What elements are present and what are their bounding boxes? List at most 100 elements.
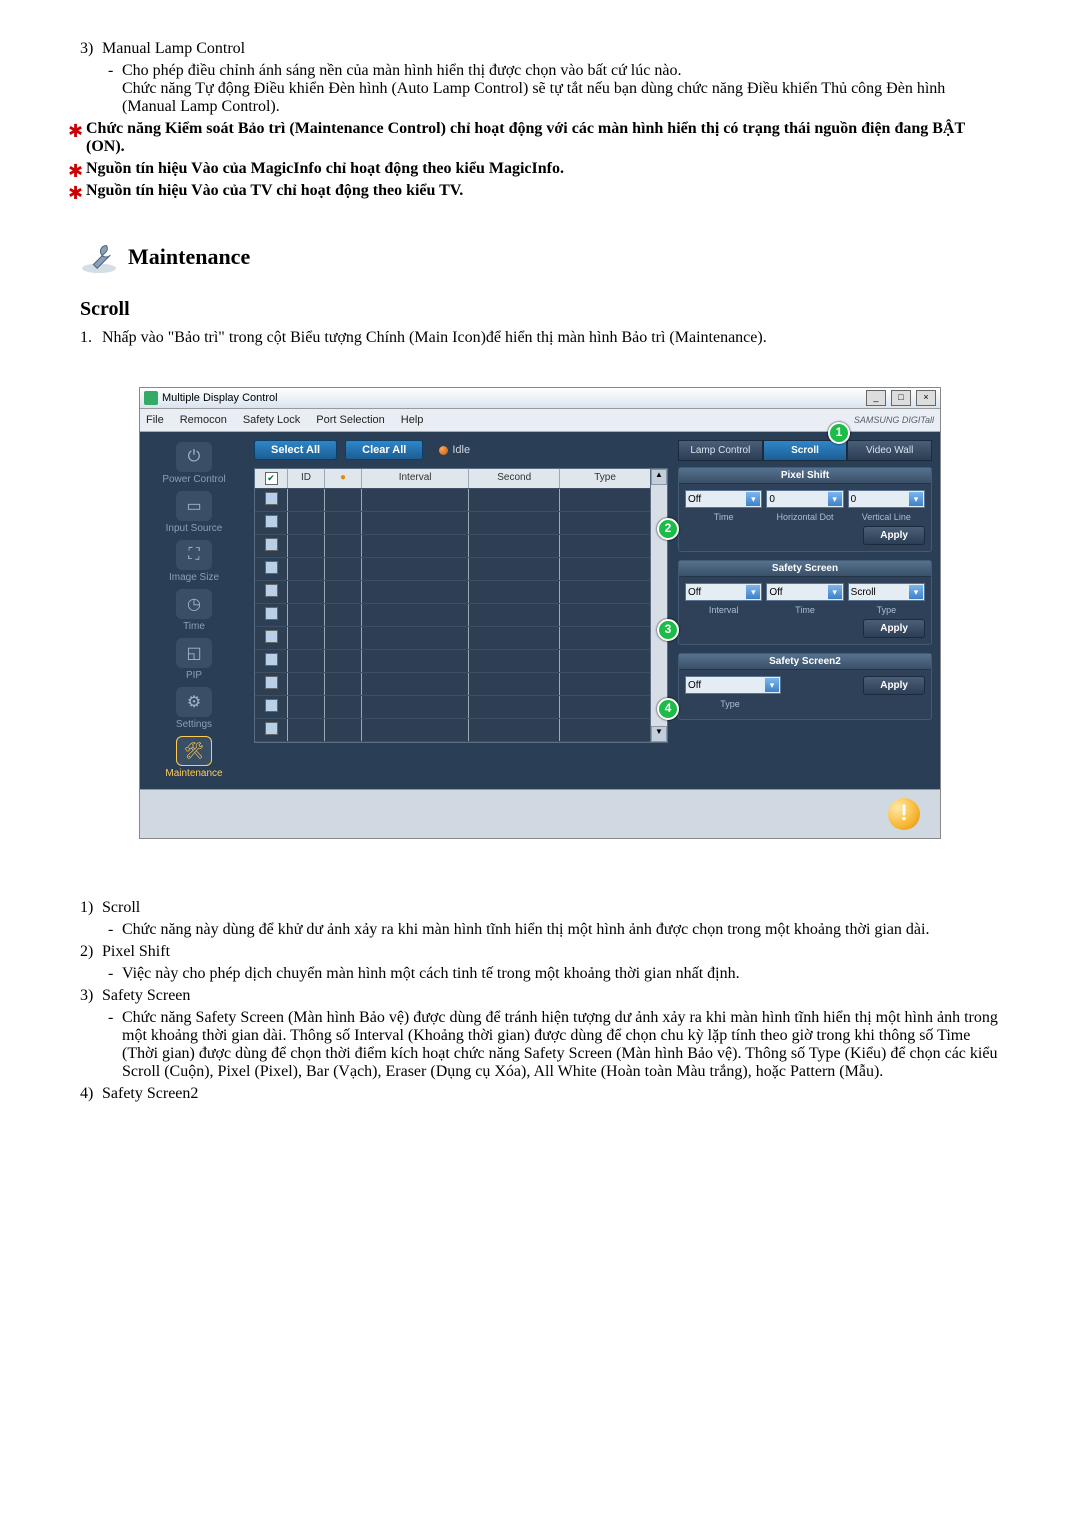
safety-screen2-onoff[interactable]: Off▾ [685,676,781,694]
chevron-down-icon: ▾ [746,585,760,599]
table-row[interactable] [255,489,650,512]
nav-time[interactable]: ◷ Time [176,589,212,632]
table-row[interactable] [255,581,650,604]
item-1-title: Scroll [102,899,140,917]
chevron-down-icon: ▾ [828,585,842,599]
minimize-button[interactable]: _ [866,390,886,406]
nav-maintenance[interactable]: 🛠 Maintenance [165,736,222,779]
label-type2: Type [685,699,775,709]
pixel-shift-group: Pixel Shift Off▾ 0▾ 0▾ Time Horizontal D… [678,467,932,552]
select-all-button[interactable]: Select All [254,440,337,460]
safety-screen-apply-button[interactable]: Apply [863,619,925,638]
row-checkbox[interactable] [265,492,278,505]
display-grid: ID ● Interval Second Type [254,468,651,743]
item-2-title: Pixel Shift [102,943,170,961]
item-3b-title: Safety Screen [102,987,190,1005]
star-note-3-text: Nguồn tín hiệu Vào của TV chỉ hoạt động … [86,182,463,200]
table-row[interactable] [255,673,650,696]
app-icon [144,391,158,405]
dash: - [108,965,122,983]
item-2-sub: - Việc này cho phép dịch chuyển màn hình… [108,965,1000,983]
nav-power-control[interactable]: ⏻ Power Control [162,442,225,485]
nav-image-size[interactable]: ⛶ Image Size [169,540,219,583]
tab-lamp-control[interactable]: Lamp Control [678,440,763,461]
safety-screen-onoff[interactable]: Off▾ [685,583,762,601]
scroll-down-icon[interactable]: ▼ [651,726,667,742]
item-3-body: Cho phép điều chỉnh ánh sáng nền của màn… [122,62,1000,116]
col-second: Second [469,469,560,488]
menu-port-selection[interactable]: Port Selection [316,414,384,426]
nav-pip[interactable]: ◱ PIP [176,638,212,681]
item-3-title: Manual Lamp Control [102,40,245,58]
label-type: Type [848,605,925,615]
clear-all-button[interactable]: Clear All [345,440,423,460]
table-row[interactable] [255,650,650,673]
row-checkbox[interactable] [265,561,278,574]
table-row[interactable] [255,604,650,627]
item-3-sub: - Cho phép điều chỉnh ánh sáng nền của m… [108,62,1000,116]
item-2: 2) Pixel Shift [80,943,170,961]
item-3-line1: Cho phép điều chỉnh ánh sáng nền của màn… [122,62,681,79]
table-row[interactable] [255,696,650,719]
menu-help[interactable]: Help [401,414,424,426]
tab-video-wall[interactable]: Video Wall [847,440,932,461]
pixel-shift-hdot[interactable]: 0▾ [766,490,843,508]
item-1-sub: - Chức năng này dùng để khử dư ảnh xảy r… [108,921,1000,939]
row-checkbox[interactable] [265,676,278,689]
status-strip: ! [140,789,940,838]
pixel-shift-onoff[interactable]: Off▾ [685,490,762,508]
maintenance-header: Maintenance [80,240,1000,274]
safety-screen2-apply-button[interactable]: Apply [863,676,925,695]
row-checkbox[interactable] [265,515,278,528]
chevron-down-icon: ▾ [746,492,760,506]
pixel-shift-vline[interactable]: 0▾ [848,490,925,508]
safety-screen2-title: Safety Screen2 [679,654,931,670]
item-3b-text: Chức năng Safety Screen (Màn hình Bảo vệ… [122,1009,1000,1081]
row-checkbox[interactable] [265,584,278,597]
menu-safety-lock[interactable]: Safety Lock [243,414,300,426]
table-row[interactable] [255,535,650,558]
menu-remocon[interactable]: Remocon [180,414,227,426]
row-checkbox[interactable] [265,538,278,551]
nav-input-label: Input Source [166,523,223,534]
safety-screen2-group: Safety Screen2 Off▾ Apply Type 4 [678,653,932,720]
checkbox-all[interactable] [265,472,278,485]
star-note-3: ✱ Nguồn tín hiệu Vào của TV chỉ hoạt độn… [68,182,1000,200]
star-icon: ✱ [68,184,86,202]
label-vline: Vertical Line [848,512,925,522]
maximize-button[interactable]: □ [891,390,911,406]
table-row[interactable] [255,512,650,535]
star-icon: ✱ [68,162,86,180]
col-check[interactable] [255,469,288,488]
item-3b-num: 3) [80,987,102,1005]
dash: - [108,921,122,939]
safety-screen-time[interactable]: Off▾ [766,583,843,601]
safety-screen-type[interactable]: Scroll▾ [848,583,925,601]
pixel-shift-apply-button[interactable]: Apply [863,526,925,545]
row-checkbox[interactable] [265,653,278,666]
row-checkbox[interactable] [265,630,278,643]
table-row[interactable] [255,558,650,581]
table-row[interactable] [255,719,650,742]
col-id: ID [288,469,325,488]
mdc-window: Multiple Display Control _ □ × File Remo… [139,387,941,839]
row-checkbox[interactable] [265,699,278,712]
nav-maint-label: Maintenance [165,768,222,779]
callout-4: 4 [657,698,679,720]
grid-header: ID ● Interval Second Type [255,469,650,489]
scroll-step-num: 1. [80,329,102,347]
nav-settings[interactable]: ⚙ Settings [176,687,212,730]
star-icon: ✱ [68,122,86,158]
nav-input-source[interactable]: ▭ Input Source [166,491,223,534]
callout-2: 2 [657,518,679,540]
scroll-up-icon[interactable]: ▲ [651,469,667,485]
row-checkbox[interactable] [265,607,278,620]
item-3b: 3) Safety Screen [80,987,190,1005]
table-row[interactable] [255,627,650,650]
menu-file[interactable]: File [146,414,164,426]
close-button[interactable]: × [916,390,936,406]
row-checkbox[interactable] [265,722,278,735]
power-icon: ⏻ [176,442,212,472]
col-type: Type [560,469,650,488]
label-time2: Time [766,605,843,615]
